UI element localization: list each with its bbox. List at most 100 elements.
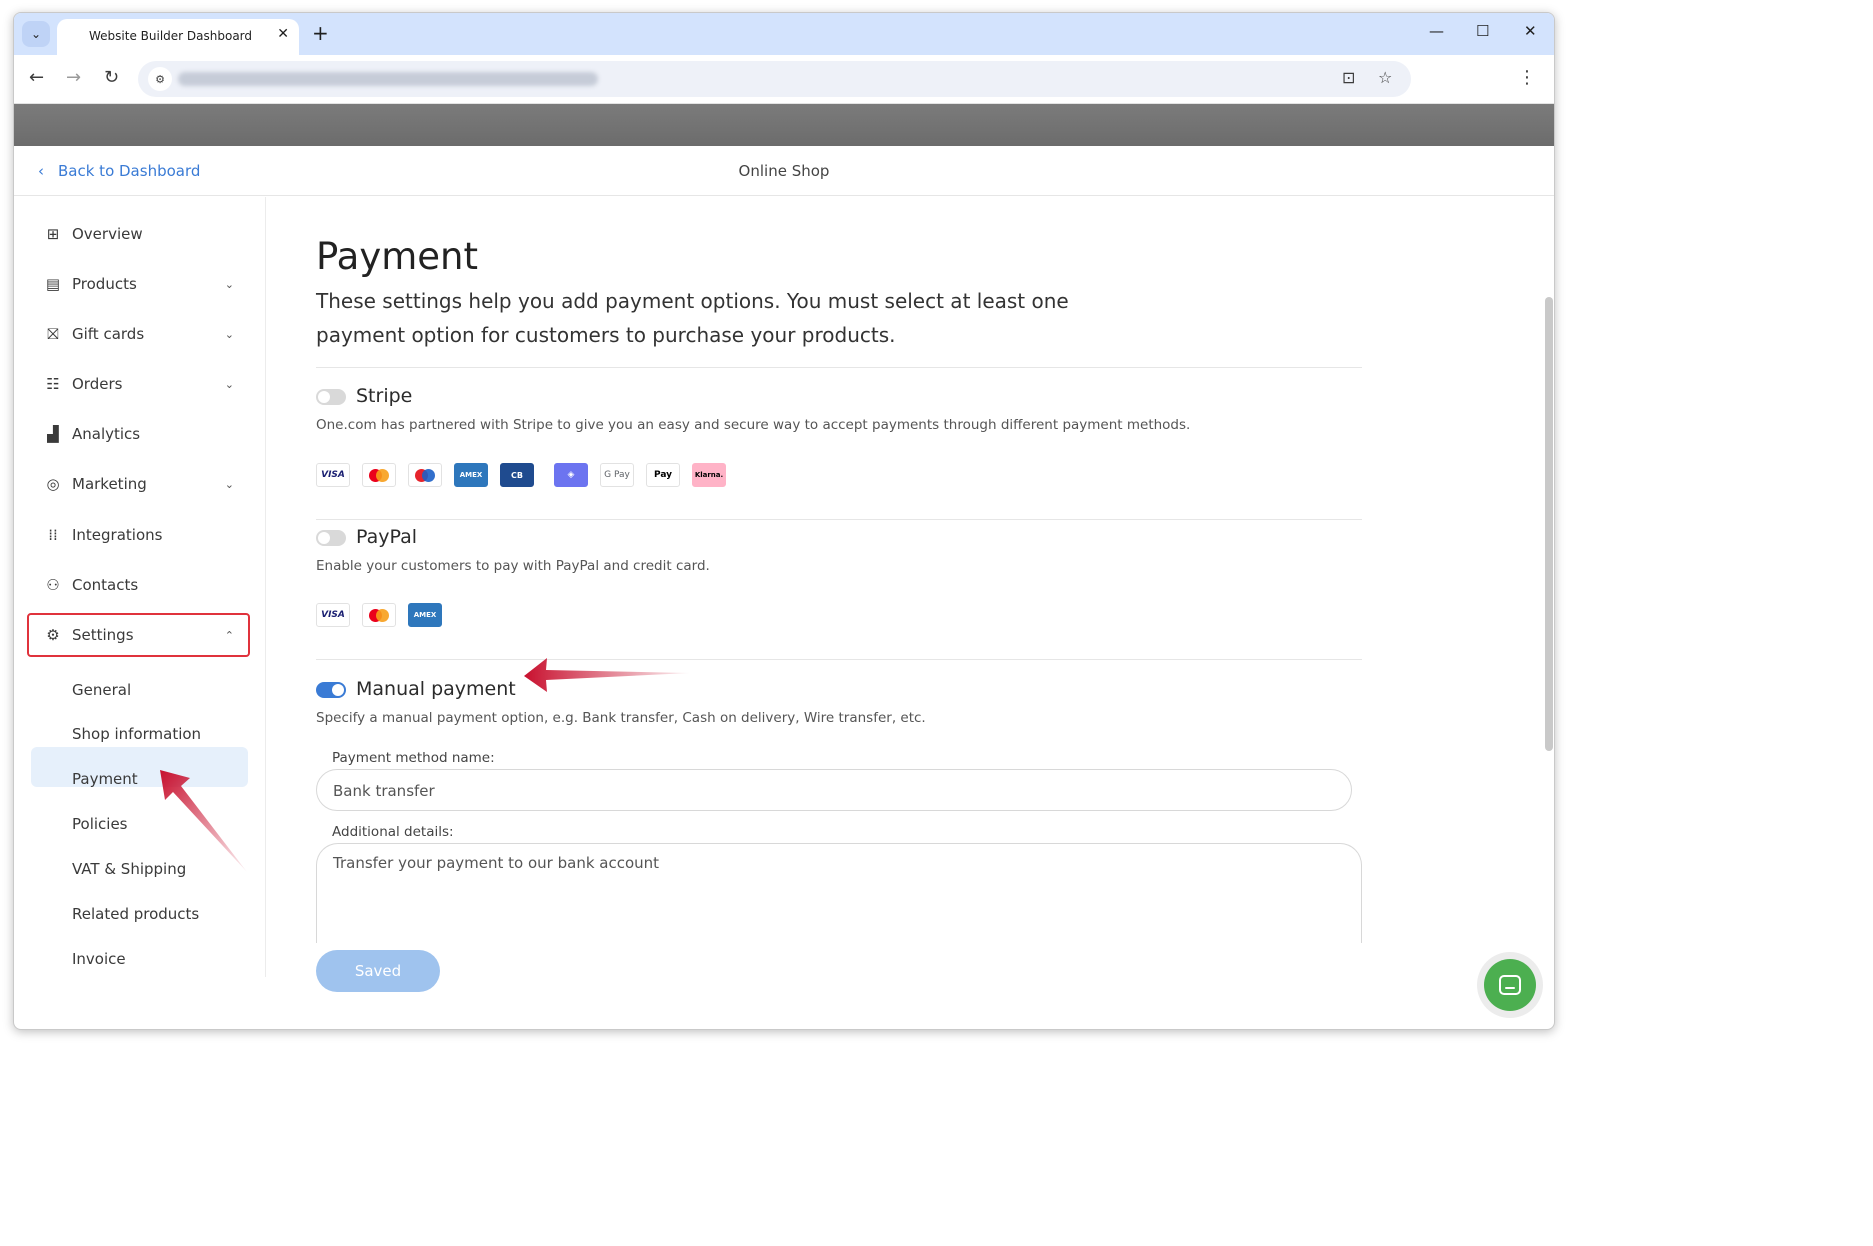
box-icon: ▤ xyxy=(45,275,61,293)
additional-details-label: Additional details: xyxy=(332,824,454,840)
tab-title: Website Builder Dashboard xyxy=(89,29,253,43)
divider xyxy=(316,519,1362,520)
chevron-down-icon: ⌄ xyxy=(224,377,234,391)
chevron-up-icon: ⌃ xyxy=(224,628,234,642)
visa-icon: VISA xyxy=(316,463,350,487)
manual-payment-description: Specify a manual payment option, e.g. Ba… xyxy=(316,710,926,726)
amex-icon: AMEX xyxy=(408,603,442,627)
sidebar-sub-invoice[interactable]: Invoice xyxy=(72,950,126,968)
forward-arrow-icon[interactable]: → xyxy=(66,67,81,88)
target-icon: ◎ xyxy=(46,475,60,493)
paypal-title: PayPal xyxy=(356,526,418,548)
close-icon[interactable]: ✕ xyxy=(277,26,289,42)
google-pay-icon: G Pay xyxy=(600,463,634,487)
sidebar-item-label: Analytics xyxy=(72,425,141,443)
scrollbar-thumb[interactable] xyxy=(1545,297,1553,751)
chat-button[interactable] xyxy=(1484,959,1536,1011)
tab-search-button[interactable]: ⌄ xyxy=(22,21,50,47)
stripe-title: Stripe xyxy=(356,385,413,407)
reload-icon[interactable]: ↻ xyxy=(104,67,119,88)
amex-icon: AMEX xyxy=(454,463,488,487)
sidebar-item-label: Overview xyxy=(72,225,143,243)
minimize-icon[interactable]: — xyxy=(1429,22,1444,40)
stripe-toggle[interactable] xyxy=(316,389,346,405)
additional-details-textarea[interactable]: Transfer your payment to our bank accoun… xyxy=(316,843,1362,943)
klarna-icon: Klarna. xyxy=(692,463,726,487)
sidebar-sub-vat-shipping[interactable]: VAT & Shipping xyxy=(72,860,186,878)
sidebar-item-label: Products xyxy=(72,275,137,293)
browser-tab[interactable]: Website Builder Dashboard ✕ xyxy=(57,19,299,55)
chevron-down-icon: ⌄ xyxy=(30,27,42,41)
gift-icon: ⛝ xyxy=(47,325,59,343)
browser-window: ⌄ Website Builder Dashboard ✕ + — ☐ ✕ ← … xyxy=(13,12,1555,1030)
sidebar-sub-payment[interactable]: Payment xyxy=(72,770,138,788)
apple-pay-icon: Pay xyxy=(646,463,680,487)
sidebar-item-integrations[interactable]: ⁞⁞ Integrations xyxy=(42,515,246,555)
gear-icon: ⚙ xyxy=(46,626,60,644)
active-sub-highlight xyxy=(31,747,248,787)
bar-chart-icon: ▟ xyxy=(47,425,59,443)
cb-icon: CB xyxy=(500,463,534,487)
sidebar-item-marketing[interactable]: ◎ Marketing ⌄ xyxy=(42,464,246,504)
browser-toolbar: ← → ↻ ⚙ ⊡ ☆ ⋮ xyxy=(14,55,1554,104)
stripe-description: One.com has partnered with Stripe to giv… xyxy=(316,417,1191,433)
paypal-toggle[interactable] xyxy=(316,530,346,546)
chevron-down-icon: ⌄ xyxy=(224,277,234,291)
chevron-down-icon: ⌄ xyxy=(224,327,234,341)
manual-payment-title: Manual payment xyxy=(356,678,516,700)
sidebar-item-overview[interactable]: ⊞ Overview xyxy=(42,214,246,254)
list-icon: ☷ xyxy=(46,375,60,393)
chevron-down-icon: ⌄ xyxy=(224,477,234,491)
link-icon: ◈ xyxy=(554,463,588,487)
sidebar-item-analytics[interactable]: ▟ Analytics xyxy=(42,414,246,454)
mastercard-icon xyxy=(362,603,396,627)
sidebar-item-label: Marketing xyxy=(72,475,147,493)
saved-button[interactable]: Saved xyxy=(316,950,440,992)
paypal-card-logos: VISA AMEX xyxy=(316,603,442,627)
divider xyxy=(316,659,1362,660)
sidebar-item-settings[interactable]: ⚙ Settings ⌃ xyxy=(42,615,246,655)
sidebar-sub-shop-information[interactable]: Shop information xyxy=(72,725,201,743)
grey-banner xyxy=(14,104,1554,146)
sidebar-sub-general[interactable]: General xyxy=(72,681,131,699)
back-arrow-icon[interactable]: ← xyxy=(29,67,44,88)
sidebar-item-orders[interactable]: ☷ Orders ⌄ xyxy=(42,364,246,404)
visa-icon: VISA xyxy=(316,603,350,627)
new-tab-icon[interactable]: + xyxy=(312,21,329,45)
sidebar-sub-policies[interactable]: Policies xyxy=(72,815,127,833)
app-header: ‹ Back to Dashboard Online Shop xyxy=(14,146,1554,196)
mastercard-icon xyxy=(362,463,396,487)
page-description: These settings help you add payment opti… xyxy=(316,289,1069,347)
sidebar-item-label: Integrations xyxy=(72,526,163,544)
divider xyxy=(316,367,1362,368)
url-text-blurred xyxy=(178,72,598,86)
grid-icon: ⊞ xyxy=(46,225,60,243)
dots-grid-icon: ⁞⁞ xyxy=(48,526,58,544)
sidebar-item-label: Contacts xyxy=(72,576,139,594)
payment-method-input[interactable]: Bank transfer xyxy=(316,769,1352,811)
translate-icon[interactable]: ⊡ xyxy=(1342,68,1355,87)
site-settings-icon[interactable]: ⚙ xyxy=(148,67,172,91)
sidebar-sub-related-products[interactable]: Related products xyxy=(72,905,199,923)
sidebar: ⊞ Overview ▤ Products ⌄ ⛝ Gift cards ⌄ ☷… xyxy=(14,197,266,977)
address-bar[interactable]: ⚙ ⊡ ☆ xyxy=(138,61,1411,97)
stripe-card-logos: VISA AMEX CB ◈ G Pay Pay Klarna. xyxy=(316,463,726,487)
payment-method-label: Payment method name: xyxy=(332,750,495,766)
tab-strip: ⌄ Website Builder Dashboard ✕ + — ☐ ✕ xyxy=(14,13,1554,55)
maximize-icon[interactable]: ☐ xyxy=(1476,22,1489,40)
maestro-icon xyxy=(408,463,442,487)
sidebar-item-gift-cards[interactable]: ⛝ Gift cards ⌄ xyxy=(42,314,246,354)
people-icon: ⚇ xyxy=(46,576,60,594)
paypal-description: Enable your customers to pay with PayPal… xyxy=(316,558,710,574)
chat-icon xyxy=(1499,975,1521,995)
sidebar-item-contacts[interactable]: ⚇ Contacts xyxy=(42,565,246,605)
sidebar-item-label: Gift cards xyxy=(72,325,145,343)
more-menu-icon[interactable]: ⋮ xyxy=(1518,67,1536,88)
window-close-icon[interactable]: ✕ xyxy=(1524,22,1537,40)
app-title: Online Shop xyxy=(738,162,830,180)
sidebar-item-products[interactable]: ▤ Products ⌄ xyxy=(42,264,246,304)
sidebar-item-label: Settings xyxy=(72,626,134,644)
manual-payment-toggle[interactable] xyxy=(316,682,346,698)
sidebar-item-label: Orders xyxy=(72,375,123,393)
star-icon[interactable]: ☆ xyxy=(1378,68,1392,87)
